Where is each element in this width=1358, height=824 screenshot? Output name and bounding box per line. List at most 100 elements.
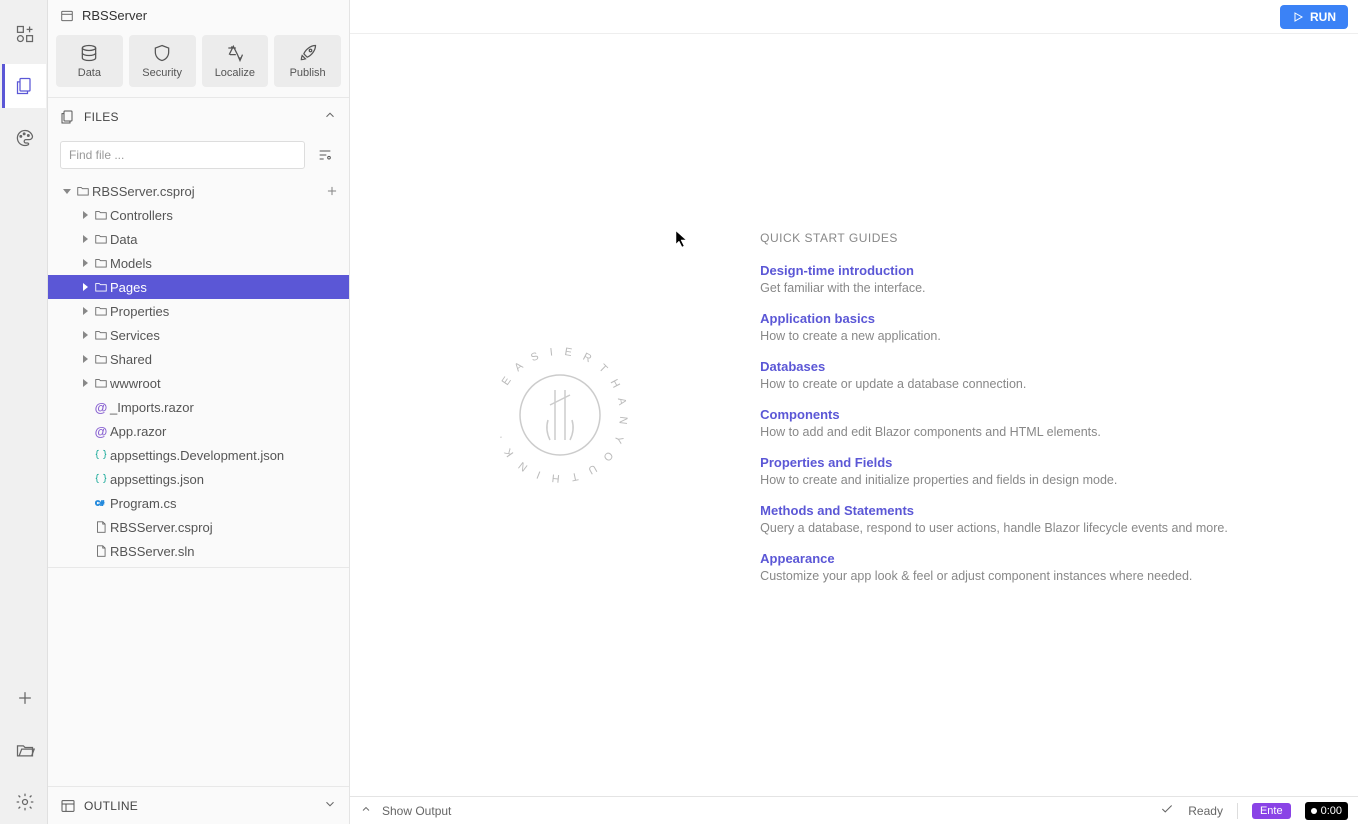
guide-item: Design-time introduction Get familiar wi… — [760, 263, 1228, 295]
open-folder-icon[interactable] — [2, 728, 46, 772]
folder-icon — [92, 352, 110, 366]
tree-file-app[interactable]: @ App.razor — [48, 419, 349, 443]
find-file-input[interactable] — [60, 141, 305, 169]
timer-badge: 0:00 — [1305, 802, 1348, 820]
settings-icon[interactable] — [2, 780, 46, 824]
guide-desc: How to create a new application. — [760, 329, 1228, 343]
tree-folder-controllers[interactable]: Controllers — [48, 203, 349, 227]
expander-right-icon — [78, 378, 92, 388]
folder-icon — [74, 184, 92, 198]
cursor-icon — [675, 230, 689, 251]
guide-desc: How to add and edit Blazor components an… — [760, 425, 1228, 439]
palette-tab-icon[interactable] — [2, 116, 46, 160]
guide-item: Application basics How to create a new a… — [760, 311, 1228, 343]
guide-link[interactable]: Methods and Statements — [760, 503, 1228, 518]
guides-heading: QUICK START GUIDES — [760, 231, 1228, 245]
logo-badge: E A S I E R T H A N Y O U T H I N K · — [480, 335, 640, 495]
outline-icon — [60, 798, 76, 814]
files-panel-header[interactable]: FILES — [48, 98, 349, 135]
chevron-up-icon[interactable] — [360, 803, 372, 818]
folder-icon — [92, 208, 110, 222]
guide-desc: Customize your app look & feel or adjust… — [760, 569, 1228, 583]
file-tree: RBSServer.csproj Controllers Data Model — [48, 175, 349, 567]
razor-icon: @ — [92, 400, 110, 415]
tree-file-appsettings-dev[interactable]: appsettings.Development.json — [48, 443, 349, 467]
guide-item: Databases How to create or update a data… — [760, 359, 1228, 391]
database-icon — [79, 43, 99, 63]
folder-icon — [92, 376, 110, 390]
razor-icon: @ — [92, 424, 110, 439]
status-ready: Ready — [1188, 804, 1223, 818]
outline-panel-header[interactable]: OUTLINE — [48, 787, 349, 824]
main-area: RUN E A S I E R T H A N Y O U T H I — [350, 0, 1358, 824]
explorer-tab-icon[interactable] — [2, 64, 46, 108]
folder-icon — [92, 256, 110, 270]
add-icon[interactable] — [2, 676, 46, 720]
sidebar: RBSServer Data Security Localize Publish — [48, 0, 350, 824]
quick-start-guides: QUICK START GUIDES Design-time introduct… — [760, 231, 1228, 599]
expander-right-icon — [78, 258, 92, 268]
translate-icon — [225, 43, 245, 63]
shield-icon — [152, 43, 172, 63]
guide-desc: Query a database, respond to user action… — [760, 521, 1228, 535]
guide-link[interactable]: Components — [760, 407, 1228, 422]
guide-item: Appearance Customize your app look & fee… — [760, 551, 1228, 583]
guide-link[interactable]: Application basics — [760, 311, 1228, 326]
files-panel: FILES RBSServer.csproj — [48, 98, 349, 568]
file-icon — [92, 544, 110, 558]
files-icon — [60, 109, 76, 125]
show-output-button[interactable]: Show Output — [382, 804, 451, 818]
divider — [1237, 803, 1238, 819]
tree-file-program[interactable]: C# Program.cs — [48, 491, 349, 515]
guide-link[interactable]: Appearance — [760, 551, 1228, 566]
folder-icon — [92, 328, 110, 342]
play-icon — [1292, 11, 1304, 23]
tree-settings-icon[interactable] — [313, 143, 337, 167]
tree-root[interactable]: RBSServer.csproj — [48, 179, 349, 203]
expander-right-icon — [78, 210, 92, 220]
tree-file-csproj[interactable]: RBSServer.csproj — [48, 515, 349, 539]
guide-item: Methods and Statements Query a database,… — [760, 503, 1228, 535]
guide-desc: How to create and initialize properties … — [760, 473, 1228, 487]
expander-right-icon — [78, 306, 92, 316]
enter-badge[interactable]: Ente — [1252, 803, 1291, 819]
tree-folder-properties[interactable]: Properties — [48, 299, 349, 323]
tree-folder-models[interactable]: Models — [48, 251, 349, 275]
project-toolbar: Data Security Localize Publish — [48, 31, 349, 98]
tree-file-sln[interactable]: RBSServer.sln — [48, 539, 349, 563]
json-icon — [92, 448, 110, 462]
expander-right-icon — [78, 282, 92, 292]
run-button[interactable]: RUN — [1280, 5, 1348, 29]
guide-link[interactable]: Design-time introduction — [760, 263, 1228, 278]
window-icon — [60, 9, 74, 23]
tree-folder-wwwroot[interactable]: wwwroot — [48, 371, 349, 395]
json-icon — [92, 472, 110, 486]
folder-icon — [92, 280, 110, 294]
tree-folder-data[interactable]: Data — [48, 227, 349, 251]
security-button[interactable]: Security — [129, 35, 196, 87]
tree-folder-pages[interactable]: Pages — [48, 275, 349, 299]
guide-link[interactable]: Databases — [760, 359, 1228, 374]
svg-text:C#: C# — [95, 500, 104, 507]
localize-button[interactable]: Localize — [202, 35, 269, 87]
expander-right-icon — [78, 234, 92, 244]
project-title: RBSServer — [48, 0, 349, 31]
folder-icon — [92, 232, 110, 246]
components-tab-icon[interactable] — [2, 12, 46, 56]
tree-file-imports[interactable]: @ _Imports.razor — [48, 395, 349, 419]
guide-link[interactable]: Properties and Fields — [760, 455, 1228, 470]
tree-folder-shared[interactable]: Shared — [48, 347, 349, 371]
chevron-down-icon — [323, 797, 337, 814]
guide-item: Properties and Fields How to create and … — [760, 455, 1228, 487]
add-file-icon[interactable] — [323, 182, 341, 200]
tree-file-appsettings[interactable]: appsettings.json — [48, 467, 349, 491]
welcome-screen: E A S I E R T H A N Y O U T H I N K · QU… — [350, 34, 1358, 796]
svg-text:E A S I E R T H A N Y O U T: E A S I E R T H A N Y O U T H I N K · — [494, 346, 630, 484]
tree-folder-services[interactable]: Services — [48, 323, 349, 347]
expander-right-icon — [78, 330, 92, 340]
activity-bar — [0, 0, 48, 824]
data-button[interactable]: Data — [56, 35, 123, 87]
file-icon — [92, 520, 110, 534]
publish-button[interactable]: Publish — [274, 35, 341, 87]
expander-down-icon — [60, 186, 74, 196]
